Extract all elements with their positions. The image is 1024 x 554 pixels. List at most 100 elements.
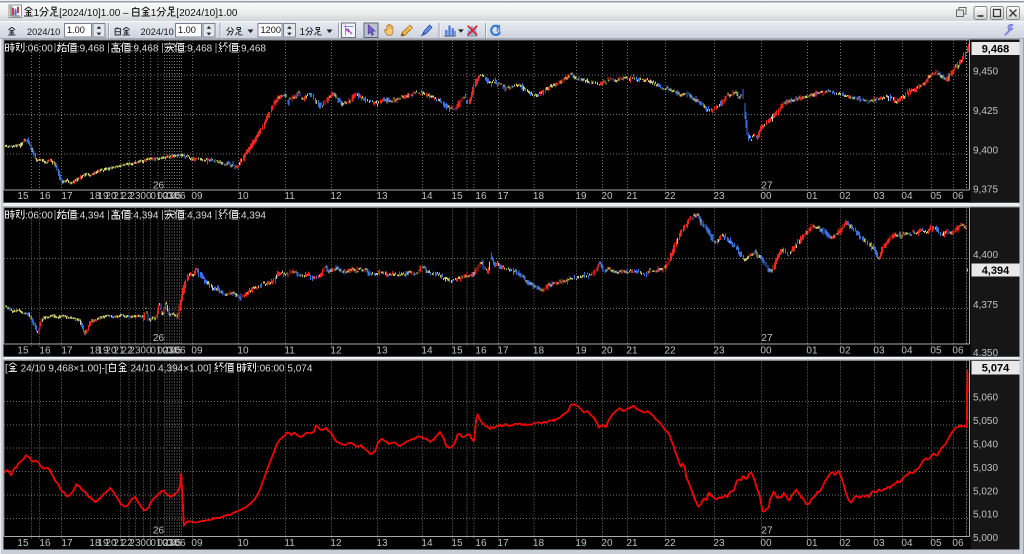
- svg-text::06:00: :06:00: [25, 211, 53, 222]
- svg-text:18: 18: [533, 346, 545, 357]
- svg-text:00: 00: [760, 191, 772, 202]
- svg-text:14: 14: [421, 191, 433, 202]
- svg-text:5,074: 5,074: [982, 363, 1010, 375]
- svg-text:03: 03: [873, 191, 885, 202]
- svg-text:06: 06: [174, 191, 186, 202]
- svg-text:5,010: 5,010: [973, 510, 998, 521]
- svg-text:17: 17: [497, 191, 509, 202]
- svg-text:12: 12: [330, 538, 342, 549]
- svg-text:03: 03: [873, 538, 885, 549]
- svg-text:04: 04: [901, 191, 913, 202]
- svg-text:9,375: 9,375: [973, 185, 998, 196]
- svg-text:10: 10: [237, 191, 249, 202]
- svg-text:15: 15: [17, 346, 29, 357]
- svg-text:15: 15: [451, 346, 463, 357]
- svg-text:15: 15: [17, 191, 29, 202]
- svg-text:23: 23: [129, 538, 141, 549]
- svg-text:16: 16: [39, 191, 51, 202]
- svg-text:9,425: 9,425: [973, 106, 998, 117]
- svg-text:22: 22: [664, 346, 676, 357]
- svg-text:05: 05: [930, 191, 942, 202]
- svg-text::9,468: :9,468: [238, 44, 266, 55]
- svg-text:1: 1: [34, 8, 40, 19]
- svg-text:12: 12: [330, 191, 342, 202]
- svg-text:[: [: [5, 364, 8, 375]
- svg-text:23: 23: [129, 346, 141, 357]
- svg-text:01: 01: [806, 346, 818, 357]
- svg-text::4,394: :4,394: [131, 211, 159, 222]
- svg-text::06:00: :06:00: [25, 44, 53, 55]
- svg-text:10: 10: [237, 538, 249, 549]
- svg-text:06: 06: [174, 538, 186, 549]
- svg-text:09: 09: [191, 346, 203, 357]
- svg-text:18: 18: [533, 191, 545, 202]
- svg-text:16: 16: [39, 538, 51, 549]
- svg-text:01: 01: [806, 538, 818, 549]
- svg-text:02: 02: [839, 191, 851, 202]
- svg-text:17: 17: [497, 346, 509, 357]
- svg-text:24/10 9,468×1.00]-[: 24/10 9,468×1.00]-[: [18, 364, 108, 375]
- svg-text:15: 15: [451, 191, 463, 202]
- svg-text::9,468: :9,468: [77, 44, 105, 55]
- svg-text:5,040: 5,040: [973, 440, 998, 451]
- svg-text:15: 15: [17, 538, 29, 549]
- svg-text:01: 01: [806, 191, 818, 202]
- svg-text:11: 11: [284, 346, 295, 357]
- svg-text:16: 16: [39, 346, 51, 357]
- svg-text:2024/10: 2024/10: [27, 26, 60, 36]
- svg-text:1: 1: [300, 26, 306, 37]
- svg-text:[2024/10]1.00 –: [2024/10]1.00 –: [59, 8, 131, 19]
- svg-text:26: 26: [153, 526, 165, 537]
- svg-text:17: 17: [61, 538, 73, 549]
- svg-text:4,375: 4,375: [973, 300, 998, 311]
- svg-text:27: 27: [761, 333, 773, 344]
- svg-text:5,020: 5,020: [973, 486, 998, 497]
- svg-text:[2024/10]1.00: [2024/10]1.00: [176, 8, 238, 19]
- svg-text:R: R: [496, 28, 501, 34]
- svg-text:05: 05: [930, 538, 942, 549]
- svg-text:12: 12: [330, 346, 342, 357]
- svg-text:16: 16: [475, 191, 487, 202]
- svg-text:20: 20: [601, 538, 613, 549]
- svg-text:00: 00: [760, 346, 772, 357]
- svg-text:2024/10: 2024/10: [141, 26, 174, 36]
- svg-text:16: 16: [475, 346, 487, 357]
- svg-text:24/10 4,394×1.00]: 24/10 4,394×1.00]: [128, 364, 214, 375]
- svg-text:21: 21: [626, 191, 638, 202]
- svg-text:00: 00: [760, 538, 772, 549]
- svg-text:1200: 1200: [261, 25, 281, 35]
- svg-text:11: 11: [284, 191, 295, 202]
- svg-text:06: 06: [952, 346, 964, 357]
- svg-text:26: 26: [153, 333, 165, 344]
- svg-text::4,394: :4,394: [238, 211, 266, 222]
- svg-text:13: 13: [376, 538, 388, 549]
- svg-text:26: 26: [153, 181, 165, 192]
- svg-text:23: 23: [129, 191, 141, 202]
- svg-text:5,060: 5,060: [973, 393, 998, 404]
- svg-text:9,400: 9,400: [973, 145, 998, 156]
- svg-text:02: 02: [839, 538, 851, 549]
- svg-text:22: 22: [664, 538, 676, 549]
- svg-text:5,030: 5,030: [973, 463, 998, 474]
- svg-text:14: 14: [421, 346, 433, 357]
- svg-text:1.00: 1.00: [67, 25, 85, 35]
- svg-text:23: 23: [713, 191, 725, 202]
- svg-text:23: 23: [713, 538, 725, 549]
- svg-text:13: 13: [376, 346, 388, 357]
- svg-text:22: 22: [664, 191, 676, 202]
- svg-text:19: 19: [575, 538, 587, 549]
- svg-text:5,050: 5,050: [973, 416, 998, 427]
- svg-text:09: 09: [191, 191, 203, 202]
- svg-text:1: 1: [151, 8, 157, 19]
- svg-text:27: 27: [761, 526, 773, 537]
- svg-text:14: 14: [421, 538, 433, 549]
- svg-text::4,394: :4,394: [184, 211, 212, 222]
- svg-text:5,000: 5,000: [973, 533, 998, 544]
- svg-text:11: 11: [284, 538, 295, 549]
- svg-text:06: 06: [174, 346, 186, 357]
- svg-text:21: 21: [626, 346, 638, 357]
- svg-text:18: 18: [533, 538, 545, 549]
- svg-text:17: 17: [497, 538, 509, 549]
- svg-text:9,468: 9,468: [982, 44, 1010, 56]
- svg-text:04: 04: [901, 538, 913, 549]
